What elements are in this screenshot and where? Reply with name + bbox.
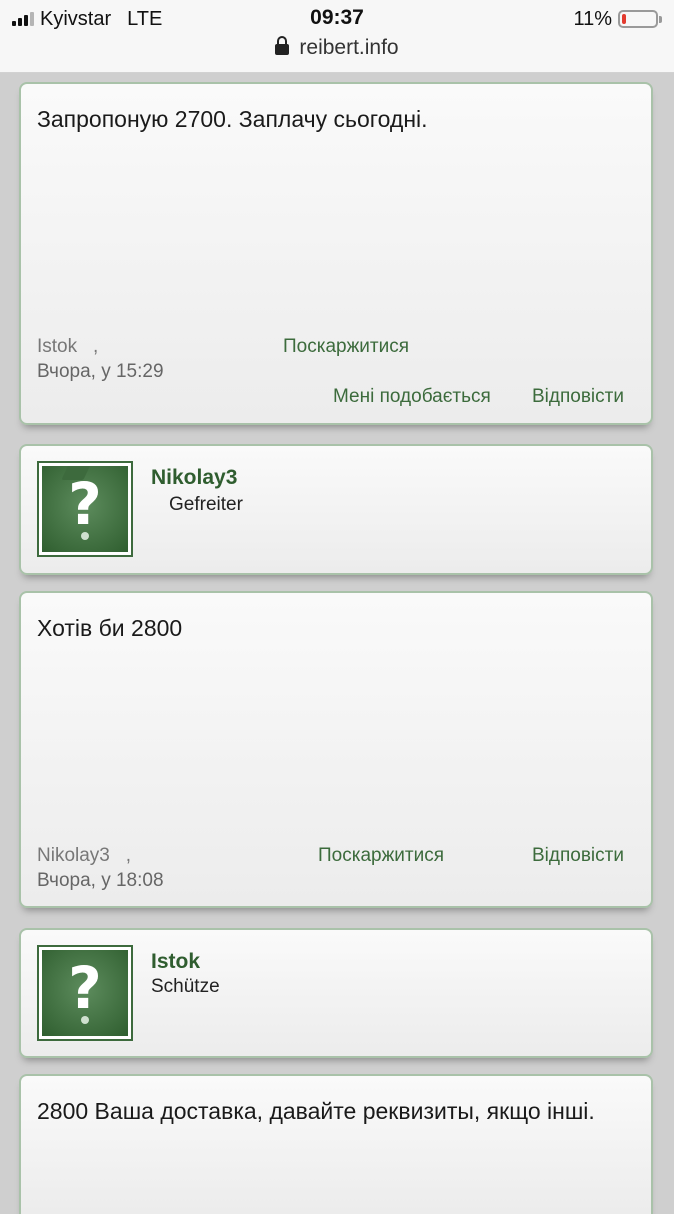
reply-link[interactable]: Відповісти: [532, 845, 624, 867]
lock-icon: [275, 36, 290, 55]
message-text: Хотів би 2800: [37, 615, 183, 641]
message-card: Запропоную 2700. Заплачу сьогодні. Istok…: [19, 82, 653, 425]
battery-status: 11%: [573, 8, 662, 30]
message-author[interactable]: Nikolay3 ,: [37, 845, 131, 867]
question-mark-icon: ?: [42, 950, 128, 1036]
status-bar: Kyivstar LTE 09:37 11% reibert.info: [0, 0, 674, 73]
message-text: 2800 Ваша доставка, давайте реквизиты, я…: [37, 1098, 595, 1124]
like-link[interactable]: Мені подобається: [333, 386, 491, 408]
message-card: 2800 Ваша доставка, давайте реквизиты, я…: [19, 1074, 653, 1214]
url-text: reibert.info: [299, 36, 399, 59]
user-info-card: ? Nikolay3 Gefreiter: [19, 444, 653, 575]
message-text: Запропоную 2700. Заплачу сьогодні.: [37, 106, 428, 132]
question-mark-icon: ?: [42, 466, 128, 552]
battery-tip: [659, 15, 662, 23]
username-link[interactable]: Nikolay3: [151, 466, 237, 490]
battery-icon: [618, 10, 658, 28]
report-link[interactable]: Поскаржитися: [318, 845, 444, 867]
message-author[interactable]: Istok ,: [37, 336, 98, 358]
user-avatar[interactable]: ?: [37, 461, 133, 557]
message-card: Хотів би 2800 Nikolay3 , Вчора, у 18:08 …: [19, 591, 653, 908]
report-link[interactable]: Поскаржитися: [283, 336, 409, 358]
user-avatar[interactable]: ?: [37, 945, 133, 1041]
reply-link[interactable]: Відповісти: [532, 386, 624, 408]
message-date[interactable]: Вчора, у 18:08: [37, 870, 164, 892]
user-info-card: ? Istok Schütze: [19, 928, 653, 1058]
address-bar[interactable]: reibert.info: [0, 36, 674, 60]
battery-percentage: 11%: [573, 7, 612, 30]
message-date[interactable]: Вчора, у 15:29: [37, 361, 164, 383]
username-link[interactable]: Istok: [151, 950, 200, 974]
user-rank: Schütze: [151, 976, 220, 997]
user-rank: Gefreiter: [169, 494, 243, 515]
